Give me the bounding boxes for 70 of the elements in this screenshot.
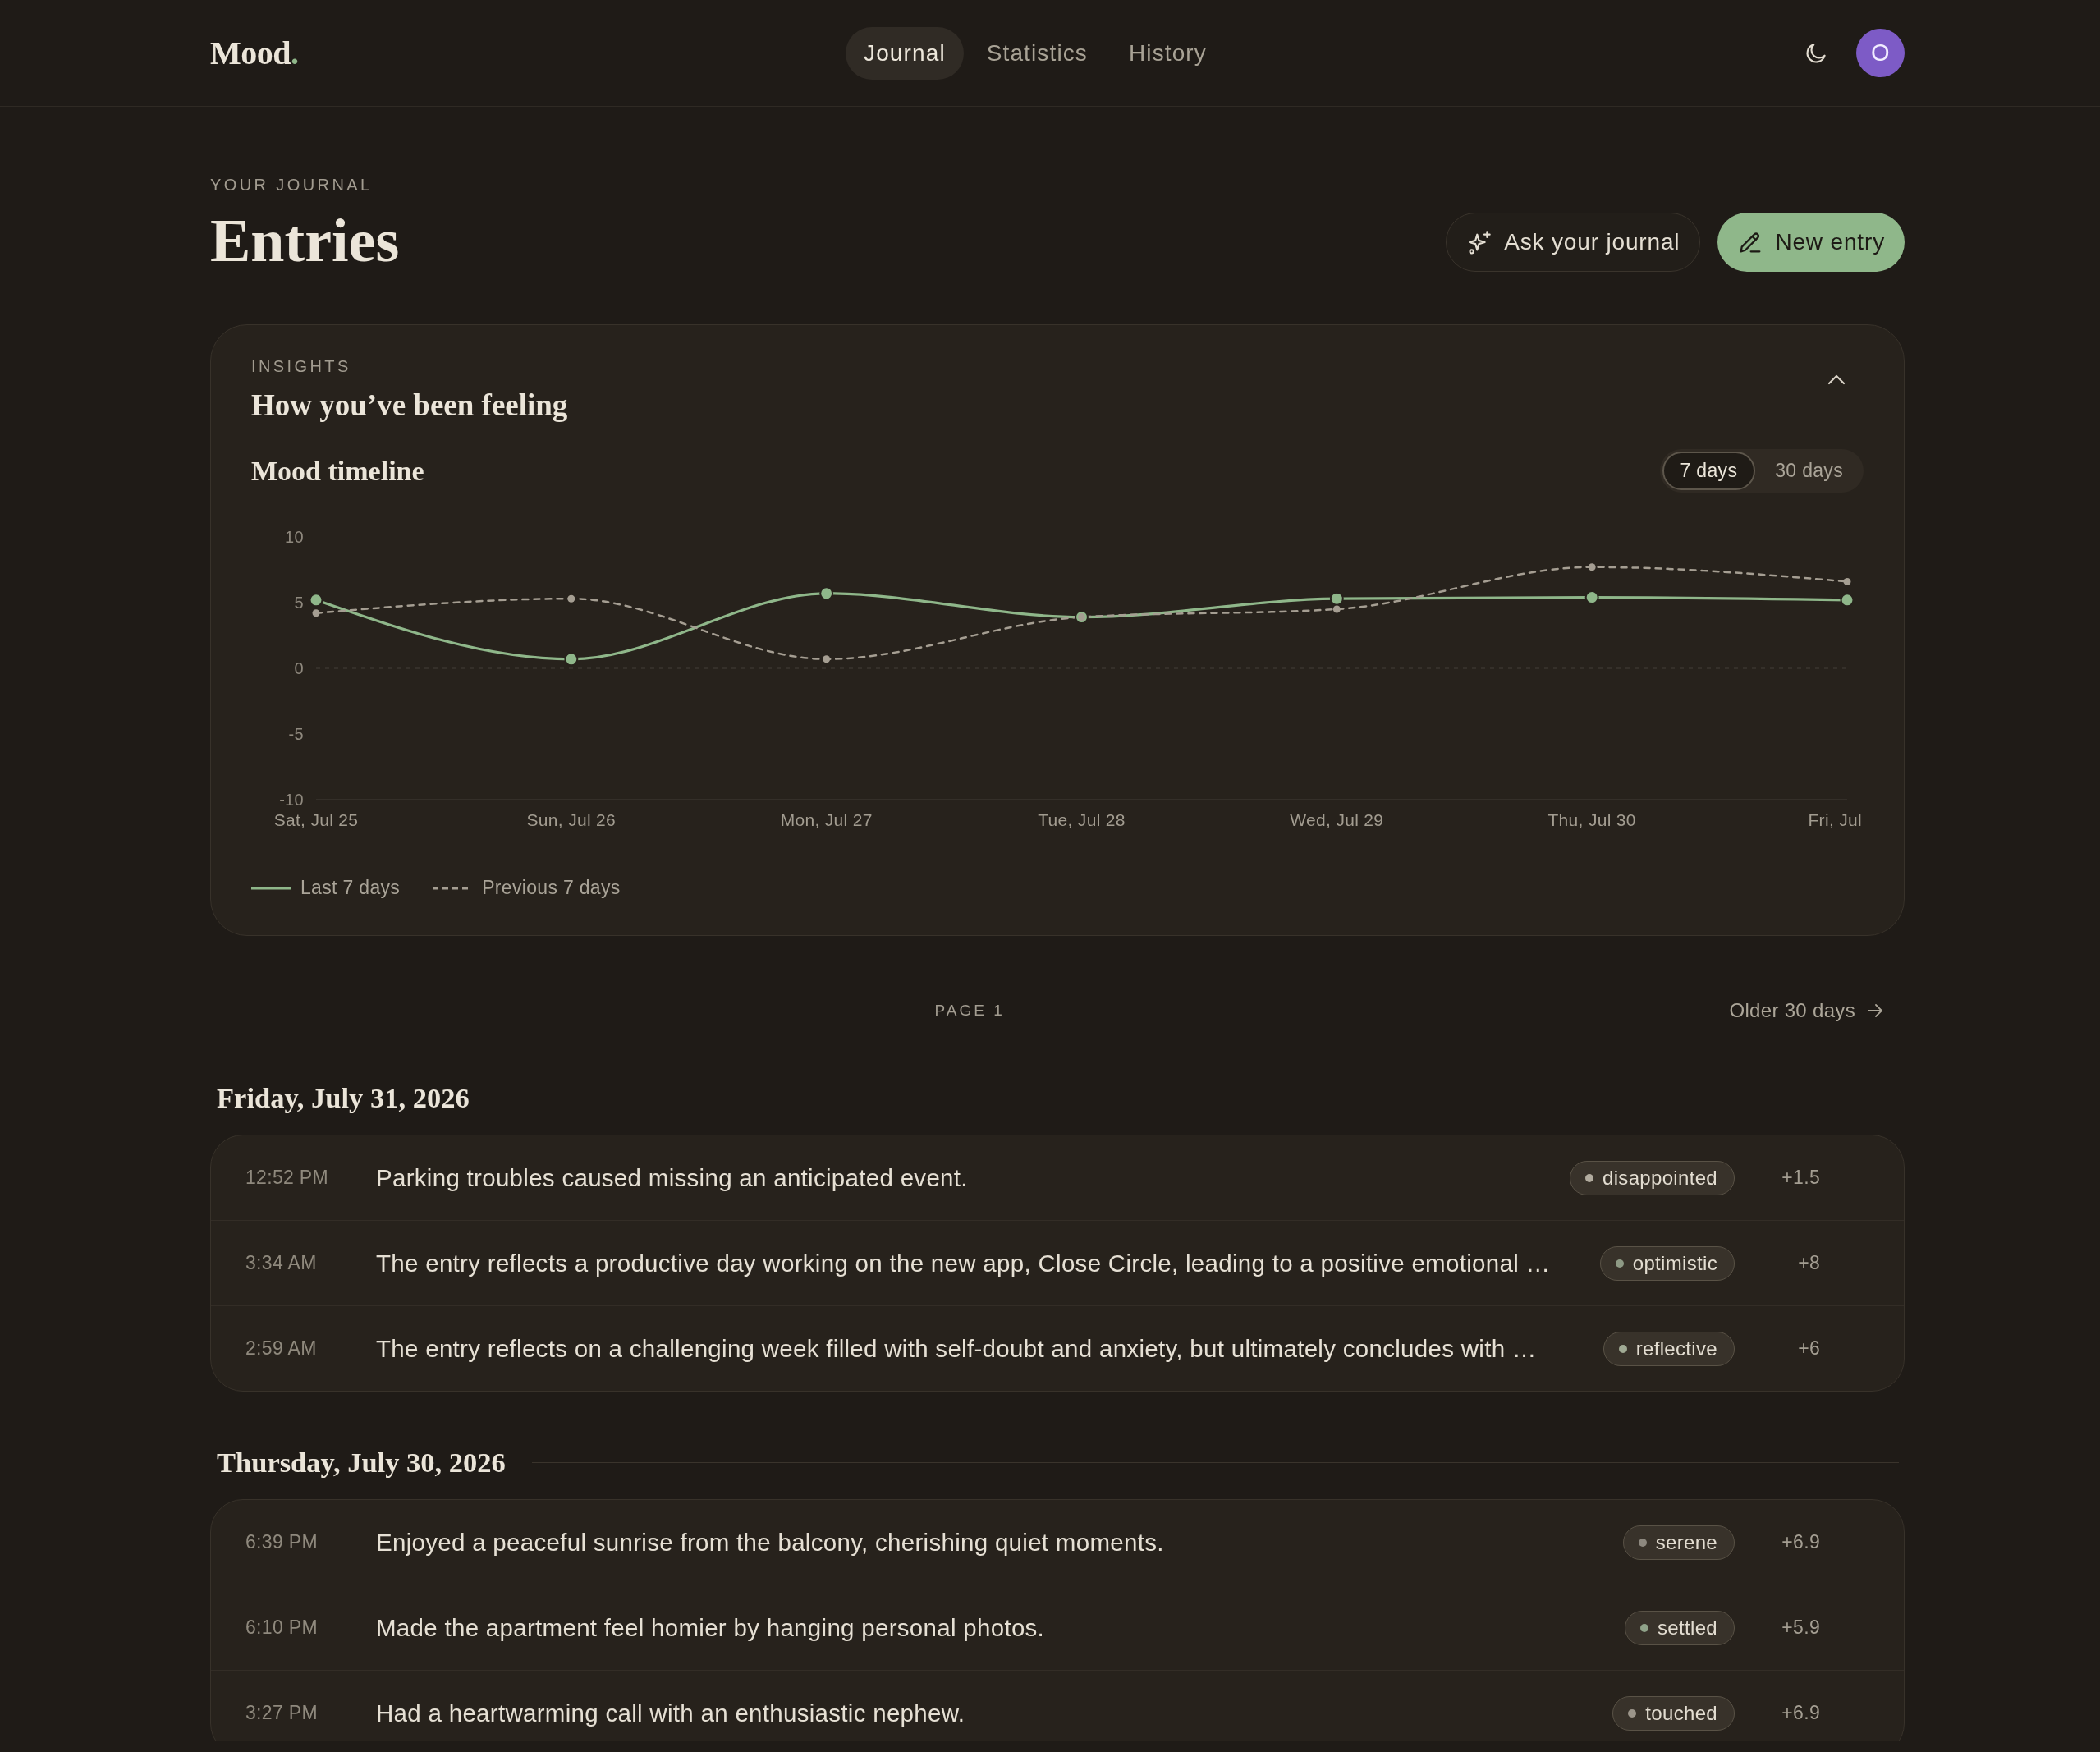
older-link[interactable]: Older 30 days (1729, 999, 1905, 1022)
axis-label: Wed, Jul 29 (1290, 810, 1384, 829)
axis-label: -10 (279, 791, 304, 809)
solid-line-icon (251, 886, 291, 890)
entry-time: 3:34 AM (245, 1252, 318, 1274)
nav-tab[interactable]: Journal (846, 26, 964, 80)
axis-label: Mon, Jul 27 (780, 810, 873, 829)
entry-time: 3:27 PM (245, 1702, 319, 1724)
chart-title: Mood timeline (251, 455, 424, 487)
entry-text[interactable]: Parking troubles caused missing an anticipated event. (376, 1163, 1570, 1192)
section-label: YOUR JOURNAL (210, 175, 374, 195)
entry-score: +5.9 (1781, 1617, 1820, 1639)
mood-label: reflective (1635, 1337, 1717, 1360)
entry-text[interactable]: The entry reflects on a challenging week filled with self-doubt and anxiety, but ultimately concludes with … (376, 1334, 1603, 1363)
entry-time: 6:10 PM (245, 1617, 319, 1639)
nav-tab[interactable]: History (1110, 26, 1225, 80)
axis-label: 10 (285, 528, 304, 546)
range-option[interactable]: 7 days (1662, 452, 1756, 490)
data-point (1588, 563, 1596, 571)
axis-label: 5 (294, 594, 304, 612)
axis-label: Sat, Jul 25 (273, 810, 359, 829)
entry-text[interactable]: Had a heartwarming call with an enthusiastic nephew. (376, 1699, 1613, 1727)
axis-label: Tue, Jul 28 (1038, 810, 1126, 829)
entry-time: 12:52 PM (245, 1167, 329, 1189)
entry-score: +6.9 (1781, 1702, 1820, 1724)
entry-score: +6 (1797, 1337, 1820, 1360)
data-point (567, 594, 575, 603)
axis-label: Sun, Jul 26 (526, 810, 617, 829)
section-label: INSIGHTS (251, 356, 352, 376)
day-heading: Thursday, July 30, 2026 (217, 1446, 506, 1479)
sparkle-icon (1466, 229, 1493, 255)
entry-score: +6.9 (1781, 1531, 1820, 1553)
entry-time: 6:39 PM (245, 1531, 319, 1553)
data-point (1840, 593, 1855, 608)
mood-label: disappointed (1603, 1166, 1717, 1190)
data-point (823, 655, 831, 663)
data-point (1843, 577, 1851, 585)
logo[interactable]: Mood. (210, 34, 299, 72)
mood-label: optimistic (1632, 1251, 1717, 1275)
new-entry-button[interactable]: New entry (1717, 213, 1905, 272)
entry-score: +1.5 (1781, 1167, 1820, 1189)
entry-text[interactable]: The entry reflects a productive day working on the new app, Close Circle, leading to a positive emotional … (376, 1249, 1600, 1277)
entry-time: 2:59 AM (245, 1337, 318, 1360)
range-option[interactable]: 30 days (1757, 452, 1861, 490)
entry-text[interactable]: Enjoyed a peaceful sunrise from the balcony, cherishing quiet moments. (376, 1528, 1623, 1557)
page-title: Entries (210, 210, 400, 272)
data-point (309, 593, 323, 608)
mood-label: touched (1645, 1701, 1717, 1725)
avatar[interactable]: O (1856, 29, 1905, 77)
axis-label: Thu, Jul 30 (1547, 810, 1636, 829)
card-title: How you’ve been feeling (251, 388, 568, 424)
nav-tab[interactable]: Statistics (968, 26, 1106, 80)
mood-label: settled (1658, 1616, 1717, 1640)
data-point (819, 586, 834, 601)
axis-label: 0 (294, 659, 304, 677)
axis-label: Fri, Jul (1808, 810, 1862, 829)
page-label: PAGE 1 (934, 1002, 1005, 1020)
data-point (564, 652, 579, 667)
mood-label: serene (1655, 1530, 1717, 1554)
axis-label: -5 (288, 725, 304, 743)
entry-score: +8 (1797, 1252, 1820, 1274)
legend-label: Last 7 days (300, 877, 401, 899)
legend-label: Previous 7 days (482, 877, 621, 899)
data-point (1584, 590, 1599, 605)
chevron-icon[interactable] (1827, 374, 1846, 385)
ask-journal-button[interactable]: Ask your journal (1446, 213, 1701, 272)
day-heading: Friday, July 31, 2026 (217, 1081, 470, 1114)
data-point (312, 609, 320, 617)
entry-text[interactable]: Made the apartment feel homier by hanging personal photos. (376, 1613, 1625, 1642)
arrow-right-icon (1867, 1002, 1883, 1019)
